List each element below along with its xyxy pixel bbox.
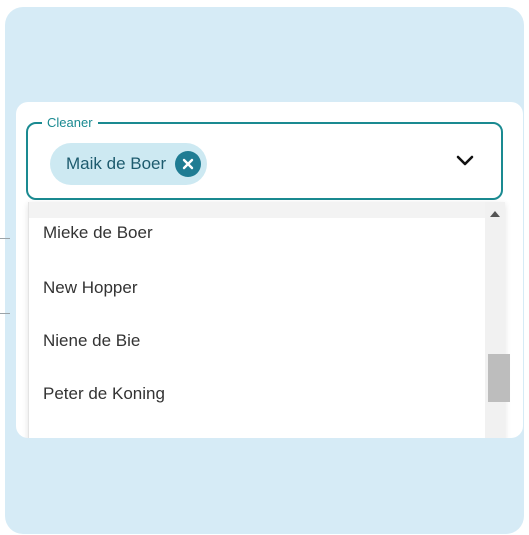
cleaner-label: Cleaner [42,114,98,132]
scrollbar[interactable] [485,202,510,438]
background-divider [0,313,10,314]
close-circle-icon[interactable] [175,151,202,177]
background-divider [0,238,10,239]
chip-label: Maik de Boer [66,154,167,173]
list-item[interactable]: Mieke de Boer [43,218,473,248]
list-item[interactable]: Niene de Bie [43,326,473,356]
list-item[interactable]: Peter de Koning [43,379,473,409]
list-item[interactable]: New Hopper [43,273,473,303]
dropdown-top-shade [29,202,485,218]
cleaner-select[interactable]: Cleaner Maik de Boer [26,114,503,200]
arrow-up-icon[interactable] [490,211,500,217]
form-card: Cleaner Maik de Boer Mieke de Boer New H… [16,102,523,438]
scroll-thumb[interactable] [488,354,510,402]
chevron-down-icon[interactable] [455,154,475,168]
options-dropdown: Mieke de Boer New Hopper Niene de Bie Pe… [28,202,510,438]
selected-chip: Maik de Boer [50,143,208,185]
